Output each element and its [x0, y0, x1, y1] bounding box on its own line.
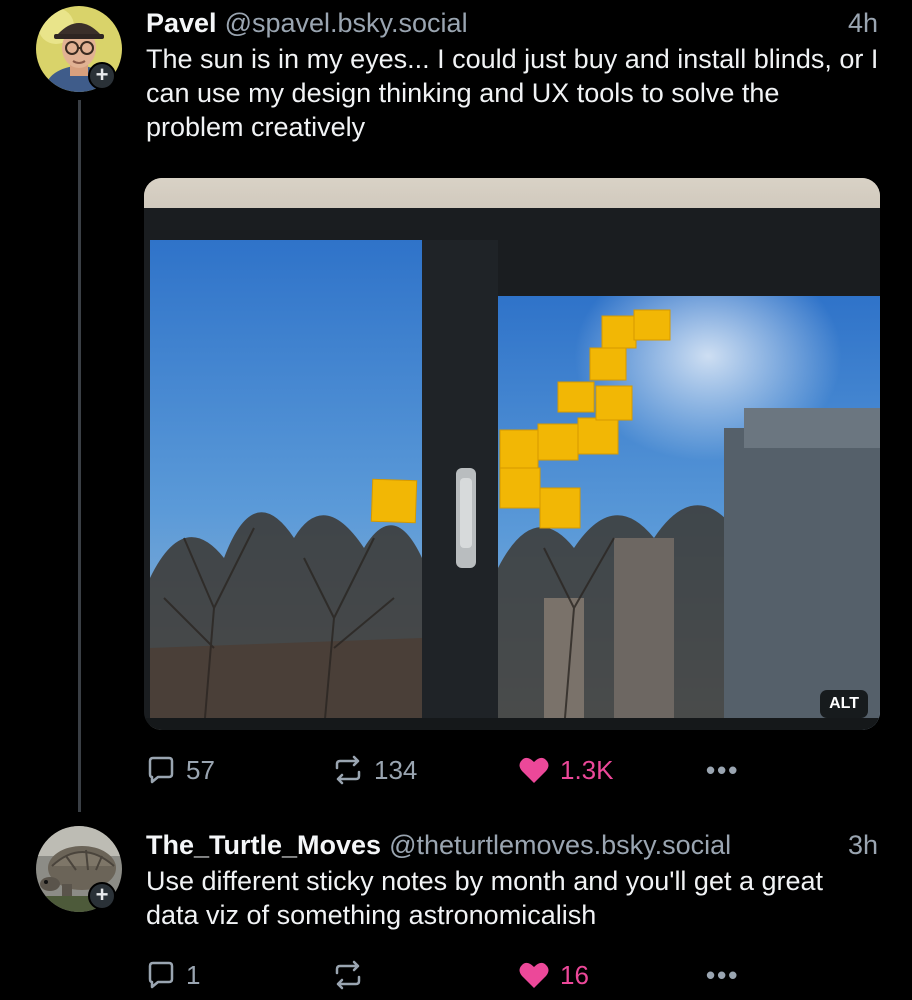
more-options-icon[interactable]: ••• [706, 755, 739, 786]
like-button[interactable]: 1.3K [518, 755, 614, 786]
window-sticky-notes-photo [144, 178, 880, 730]
heart-filled-icon [519, 962, 549, 988]
post-pavel: Pavel @spavel.bsky.social 4h The sun is … [146, 6, 912, 144]
reply-count: 57 [186, 754, 215, 785]
like-count: 1.3K [560, 754, 614, 785]
reply-button[interactable]: 1 [146, 960, 200, 991]
reply-icon [148, 961, 174, 989]
like-count: 16 [560, 959, 589, 990]
follow-plus-icon[interactable]: + [88, 882, 116, 910]
repost-icon [335, 960, 361, 990]
author-handle[interactable]: @spavel.bsky.social [225, 6, 468, 40]
reply-count: 1 [186, 959, 201, 990]
thread-line [78, 100, 81, 812]
post-actions: 1 16 ••• [146, 957, 886, 993]
avatar-pavel[interactable]: + [36, 6, 124, 94]
alt-text-badge[interactable]: ALT [820, 690, 868, 718]
author-name[interactable]: The_Turtle_Moves [146, 828, 381, 862]
follow-plus-icon[interactable]: + [88, 62, 116, 90]
reply-button[interactable]: 57 [146, 755, 215, 786]
post-text: The sun is in my eyes... I could just bu… [146, 44, 879, 142]
repost-icon [335, 755, 361, 785]
reply-icon [148, 756, 174, 784]
more-options-icon[interactable]: ••• [706, 960, 739, 991]
heart-filled-icon [519, 757, 549, 783]
repost-button[interactable]: 134 [332, 755, 417, 786]
repost-count: 134 [374, 754, 418, 785]
post-actions: 57 134 1.3K ••• [146, 752, 886, 788]
repost-button[interactable] [332, 960, 374, 990]
post-image[interactable]: ALT [144, 178, 880, 730]
post-turtle: The_Turtle_Moves @theturtlemoves.bsky.so… [146, 828, 912, 932]
post-header: Pavel @spavel.bsky.social 4h [146, 6, 912, 40]
avatar-turtle[interactable]: + [36, 826, 124, 914]
author-name[interactable]: Pavel [146, 6, 217, 40]
post-header: The_Turtle_Moves @theturtlemoves.bsky.so… [146, 828, 912, 862]
post-time[interactable]: 3h [848, 828, 878, 862]
author-handle[interactable]: @theturtlemoves.bsky.social [389, 828, 731, 862]
post-text: Use different sticky notes by month and … [146, 866, 824, 930]
like-button[interactable]: 16 [518, 960, 589, 991]
post-time[interactable]: 4h [848, 6, 878, 40]
